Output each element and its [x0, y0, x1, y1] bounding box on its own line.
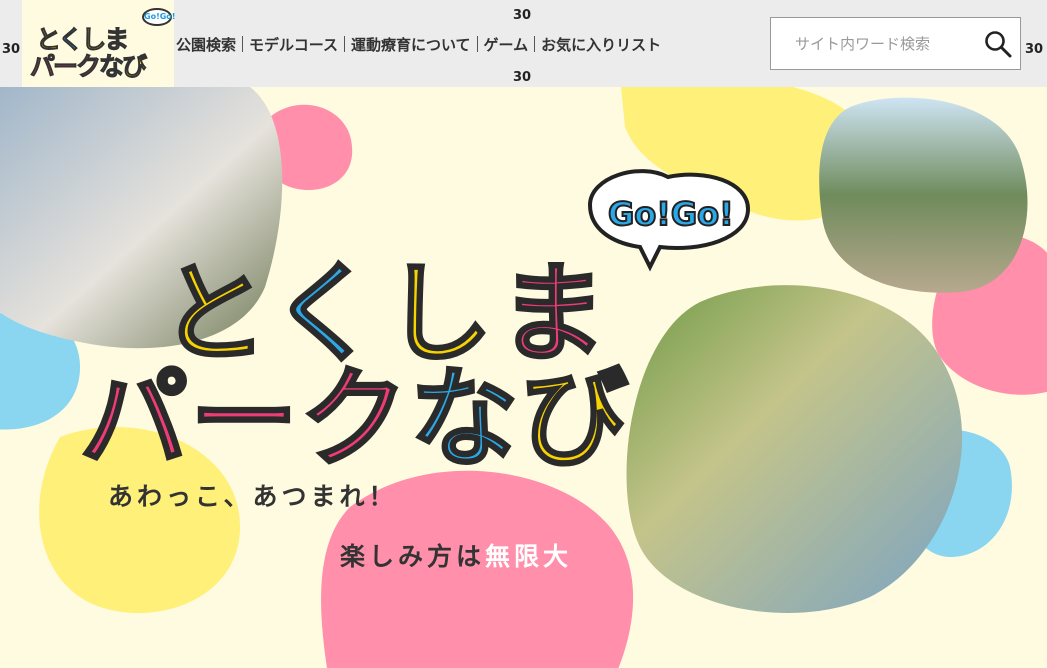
- nav-divider: [242, 36, 244, 52]
- spacing-mark-top: 30: [513, 8, 532, 23]
- hero-section: Go!Go! とくしま パークなび あわっこ、あつまれ！ 楽しみ方は無限大: [0, 87, 1047, 668]
- nav-item-model-course[interactable]: モデルコース: [249, 34, 338, 55]
- photo-boy-on-slide: [626, 285, 963, 613]
- magnifier-icon[interactable]: [984, 30, 1012, 58]
- title-char: び: [519, 356, 631, 484]
- hero-gogo-text: Go!Go!: [607, 194, 735, 234]
- search-input[interactable]: [795, 34, 995, 53]
- title-char: ー: [189, 356, 301, 484]
- logo-char: パ: [29, 52, 55, 82]
- nav-item-favorites[interactable]: お気に入りリスト: [541, 34, 661, 55]
- spacing-mark-left: 30: [2, 42, 21, 57]
- nav-item-exercise-therapy[interactable]: 運動療育について: [351, 34, 471, 55]
- spacing-mark-bottom: 30: [513, 70, 532, 85]
- logo-gogo-bubble: Go!Go!: [142, 8, 175, 26]
- nav-divider: [476, 36, 478, 52]
- site-header: 30 30 30 30 Go!Go! とくしま パークなび 公園検索 モデルコー…: [0, 0, 1047, 87]
- logo-char: な: [99, 52, 125, 82]
- nav-item-game[interactable]: ゲーム: [484, 34, 529, 55]
- logo-line2: パークなび: [29, 47, 148, 83]
- title-char: パ: [78, 356, 191, 484]
- spacing-mark-right: 30: [1025, 42, 1044, 57]
- site-search: [770, 17, 1021, 70]
- hero-catchcopy-1: あわっこ、あつまれ！: [108, 482, 398, 511]
- site-logo[interactable]: Go!Go! とくしま パークなび: [22, 0, 175, 87]
- nav-item-park-search[interactable]: 公園検索: [176, 34, 236, 55]
- hero-title-line2: パークなび: [78, 332, 631, 488]
- nav-divider: [343, 36, 345, 52]
- catchcopy-accent: 無限大: [485, 542, 573, 571]
- logo-char: ー: [53, 52, 79, 82]
- logo-char: ク: [76, 52, 102, 82]
- global-nav: 公園検索 モデルコース 運動療育について ゲーム お気に入りリスト: [176, 33, 661, 55]
- logo-char: び: [122, 52, 148, 82]
- title-char: な: [409, 356, 521, 484]
- title-char: ク: [299, 356, 411, 484]
- hero-catchcopy-2: 楽しみ方は無限大: [340, 537, 572, 573]
- nav-divider: [534, 36, 536, 52]
- photo-playground-swing: [819, 97, 1028, 293]
- catchcopy-prefix: 楽しみ方は: [340, 542, 486, 571]
